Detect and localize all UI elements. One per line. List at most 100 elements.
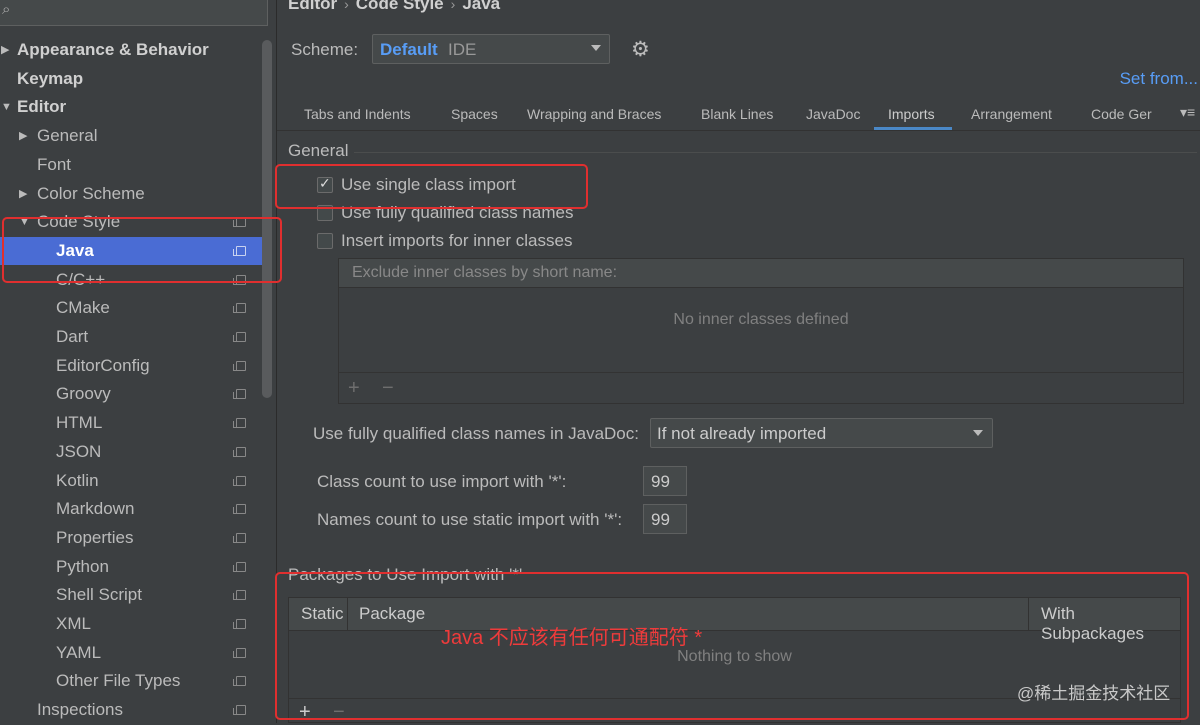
sidebar-item-xml[interactable]: XML: [0, 610, 262, 638]
breadcrumb-code-style: Code Style: [355, 0, 444, 13]
use-single-class-import-checkbox[interactable]: [317, 175, 333, 193]
scheme-value: Default: [380, 40, 438, 59]
exclude-inner-classes-title: Exclude inner classes by short name:: [352, 264, 618, 281]
tab-arrangement[interactable]: Arrangement: [971, 106, 1052, 122]
project-settings-icon: [233, 217, 246, 228]
breadcrumb-separator: ›: [450, 0, 456, 12]
sidebar-item-shell-script[interactable]: Shell Script: [0, 581, 262, 609]
chevron-right-icon[interactable]: ▶: [19, 122, 27, 150]
sidebar-item-cmake[interactable]: CMake: [0, 294, 262, 322]
use-fully-qualified-checkbox[interactable]: [317, 205, 333, 221]
breadcrumb: Editor › Code Style › Java: [288, 0, 500, 14]
chevron-right-icon[interactable]: ▶: [1, 36, 9, 64]
sidebar-item-java[interactable]: Java: [0, 236, 262, 265]
active-tab-indicator: [874, 127, 952, 130]
tab-code-generation[interactable]: Code Ger: [1091, 106, 1152, 122]
sidebar-item-other-file-types[interactable]: Other File Types: [0, 667, 262, 695]
sidebar-scrollbar[interactable]: [262, 40, 272, 398]
remove-icon[interactable]: −: [382, 377, 394, 400]
sidebar-item-properties[interactable]: Properties: [0, 524, 262, 552]
scheme-dropdown[interactable]: Default IDE: [372, 34, 610, 64]
sidebar-item-python[interactable]: Python: [0, 553, 262, 581]
breadcrumb-editor: Editor: [288, 0, 338, 13]
sidebar-item-label: Kotlin: [56, 470, 99, 490]
sidebar-item-label: Appearance & Behavior: [17, 40, 209, 59]
chevron-right-icon[interactable]: ▶: [19, 180, 27, 208]
column-with-subpackages[interactable]: With Subpackages: [1041, 604, 1180, 644]
remove-icon[interactable]: −: [333, 701, 345, 724]
sidebar-item-editorconfig[interactable]: EditorConfig: [0, 352, 262, 380]
sidebar-item-yaml[interactable]: YAML: [0, 639, 262, 667]
sidebar-item-label: Font: [37, 154, 72, 174]
chevron-down-icon[interactable]: ▼: [19, 208, 30, 236]
tab-imports[interactable]: Imports: [888, 106, 935, 122]
insert-imports-inner-checkbox[interactable]: [317, 233, 333, 249]
class-count-label: Class count to use import with '*':: [317, 472, 567, 491]
class-count-input[interactable]: 99: [643, 466, 687, 496]
settings-sidebar: ⌕ ▶ Appearance & Behavior Keymap ▼ Editor ▶ Ge…: [0, 0, 277, 723]
empty-table-text: Nothing to show: [677, 648, 792, 665]
tab-spaces[interactable]: Spaces: [451, 106, 498, 122]
tab-wrapping-and-braces[interactable]: Wrapping and Braces: [527, 106, 661, 122]
column-static[interactable]: Static: [301, 604, 344, 624]
chevron-down-icon: [973, 430, 983, 436]
sidebar-item-groovy[interactable]: Groovy: [0, 380, 262, 408]
scheme-label: Scheme:: [291, 40, 359, 59]
exclude-inner-classes-list[interactable]: Exclude inner classes by short name: No …: [338, 258, 1184, 404]
javadoc-fqn-dropdown[interactable]: If not already imported: [650, 418, 993, 448]
sidebar-item-label: JSON: [56, 441, 102, 461]
checkbox-label: Insert imports for inner classes: [341, 231, 573, 250]
sidebar-item-code-style[interactable]: ▼ Code Style: [0, 208, 262, 236]
project-settings-icon: [233, 418, 246, 429]
annotation-text: Java 不应该有任何可通配符 *: [441, 627, 703, 649]
tab-tabs-and-indents[interactable]: Tabs and Indents: [304, 106, 411, 122]
packages-table[interactable]: Static Package With Subpackages Nothing …: [288, 597, 1181, 723]
tab-blank-lines[interactable]: Blank Lines: [701, 106, 773, 122]
project-settings-icon: [233, 303, 246, 314]
gear-icon[interactable]: ⚙: [631, 37, 650, 62]
tab-overflow-icon[interactable]: ▾≡: [1180, 104, 1195, 121]
add-icon[interactable]: +: [299, 701, 311, 724]
sidebar-item-dart[interactable]: Dart: [0, 323, 262, 351]
sidebar-item-label: YAML: [56, 642, 102, 662]
project-settings-icon: [233, 590, 246, 601]
sidebar-item-label: C/C++: [56, 269, 106, 289]
sidebar-item-kotlin[interactable]: Kotlin: [0, 467, 262, 495]
names-count-input[interactable]: 99: [643, 504, 687, 534]
sidebar-item-markdown[interactable]: Markdown: [0, 495, 262, 523]
project-settings-icon: [233, 274, 246, 285]
project-settings-icon: [233, 332, 246, 342]
tab-javadoc[interactable]: JavaDoc: [806, 106, 860, 122]
sidebar-item-inspections[interactable]: Inspections: [0, 696, 262, 724]
settings-search-input[interactable]: ⌕: [0, 0, 268, 26]
checkbox-label: Use single class import: [341, 175, 516, 194]
chevron-down-icon[interactable]: ▼: [1, 93, 12, 121]
project-settings-icon: [233, 619, 246, 629]
sidebar-item-label: HTML: [56, 413, 103, 433]
table-header: Static Package With Subpackages: [289, 598, 1180, 643]
sidebar-item-c-c[interactable]: C/C++: [0, 266, 262, 294]
sidebar-item-label: Inspections: [37, 700, 123, 720]
sidebar-item-general[interactable]: ▶ General: [0, 122, 262, 150]
sidebar-item-color-scheme[interactable]: ▶ Color Scheme: [0, 180, 262, 208]
sidebar-item-label: Shell Script: [56, 585, 142, 605]
set-from-link[interactable]: Set from...: [1120, 69, 1198, 89]
sidebar-item-editor[interactable]: ▼ Editor: [0, 93, 262, 121]
column-divider: [347, 598, 348, 630]
project-settings-icon: [233, 446, 246, 457]
sidebar-item-font[interactable]: Font: [0, 151, 262, 179]
sidebar-item-label: Code Style: [37, 212, 121, 232]
sidebar-item-keymap[interactable]: Keymap: [0, 65, 262, 93]
chevron-down-icon: [591, 45, 601, 51]
add-icon[interactable]: +: [348, 377, 360, 400]
sidebar-item-html[interactable]: HTML: [0, 409, 262, 437]
javadoc-fqn-label: Use fully qualified class names in JavaD…: [313, 424, 639, 443]
class-count-value: 99: [651, 472, 670, 491]
sidebar-item-json[interactable]: JSON: [0, 438, 262, 466]
general-section-title: General: [288, 141, 349, 160]
column-package[interactable]: Package: [359, 604, 425, 624]
project-settings-icon: [233, 676, 246, 687]
project-settings-icon: [233, 504, 246, 515]
sidebar-item-appearance-behavior[interactable]: ▶ Appearance & Behavior: [0, 36, 262, 64]
project-settings-icon: [233, 245, 246, 256]
